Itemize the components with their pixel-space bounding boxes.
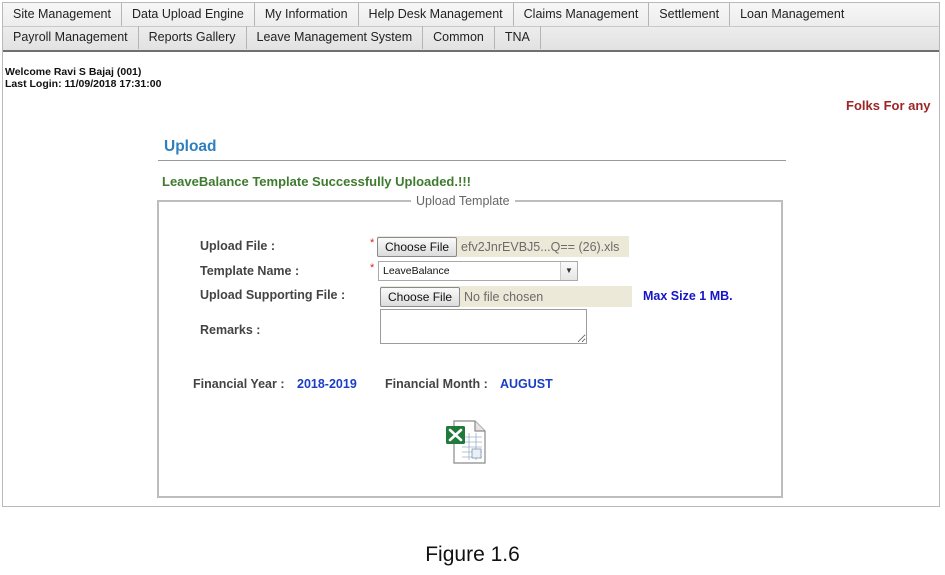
menu-item-loan-management[interactable]: Loan Management	[730, 3, 854, 26]
excel-file-icon[interactable]	[444, 418, 492, 466]
supporting-file-choose-button[interactable]: Choose File	[380, 286, 461, 307]
chevron-down-icon[interactable]: ▼	[560, 262, 577, 280]
template-name-label: Template Name :	[200, 264, 300, 278]
menu-row-2: Payroll Management Reports Gallery Leave…	[3, 26, 541, 49]
welcome-user: Welcome Ravi S Bajaj (001)	[5, 66, 142, 78]
upload-file-label: Upload File :	[200, 239, 275, 253]
supporting-file-input: Choose File No file chosen	[380, 286, 632, 307]
title-divider	[158, 160, 786, 161]
required-marker: *	[370, 262, 375, 274]
financial-month-label: Financial Month :	[385, 377, 488, 391]
menu-item-tna[interactable]: TNA	[495, 26, 541, 49]
max-size-note: Max Size 1 MB.	[643, 289, 733, 303]
menu-item-reports-gallery[interactable]: Reports Gallery	[139, 26, 247, 49]
menu-item-payroll-management[interactable]: Payroll Management	[3, 26, 139, 49]
panel-legend: Upload Template	[416, 194, 510, 208]
upload-file-name: efv2JnrEVBJ5...Q== (26).xls	[461, 239, 620, 254]
figure-caption: Figure 1.6	[425, 543, 520, 566]
main-menu-bar: Site Management Data Upload Engine My In…	[3, 3, 939, 52]
menu-item-leave-management-system[interactable]: Leave Management System	[247, 26, 424, 49]
supporting-file-label: Upload Supporting File :	[200, 288, 346, 302]
remarks-textarea[interactable]	[380, 309, 587, 344]
menu-item-data-upload-engine[interactable]: Data Upload Engine	[122, 3, 255, 26]
page-title: Upload	[164, 138, 217, 155]
menu-row-1: Site Management Data Upload Engine My In…	[3, 3, 939, 27]
upload-file-choose-button[interactable]: Choose File	[377, 236, 458, 257]
menu-item-settlement[interactable]: Settlement	[649, 3, 731, 26]
financial-year-label: Financial Year :	[193, 377, 285, 391]
menu-item-my-information[interactable]: My Information	[255, 3, 359, 26]
menu-item-help-desk-management[interactable]: Help Desk Management	[359, 3, 514, 26]
menu-item-common[interactable]: Common	[423, 26, 495, 49]
template-name-value: LeaveBalance	[383, 265, 450, 277]
supporting-file-name: No file chosen	[464, 289, 544, 304]
remarks-label: Remarks :	[200, 323, 261, 337]
last-login: Last Login: 11/09/2018 17:31:00	[5, 78, 162, 90]
financial-month-value: AUGUST	[500, 377, 553, 391]
financial-year-value: 2018-2019	[297, 377, 357, 391]
menu-item-claims-management[interactable]: Claims Management	[514, 3, 650, 26]
template-name-select[interactable]: LeaveBalance ▼	[378, 261, 578, 281]
required-marker: *	[370, 237, 375, 249]
welcome-block: Welcome Ravi S Bajaj (001) Last Login: 1…	[5, 66, 161, 90]
success-message: LeaveBalance Template Successfully Uploa…	[162, 174, 471, 189]
upload-file-input: Choose File efv2JnrEVBJ5...Q== (26).xls	[377, 236, 629, 257]
scrolling-notice: Folks For any	[846, 98, 931, 113]
menu-item-site-management[interactable]: Site Management	[3, 3, 122, 26]
